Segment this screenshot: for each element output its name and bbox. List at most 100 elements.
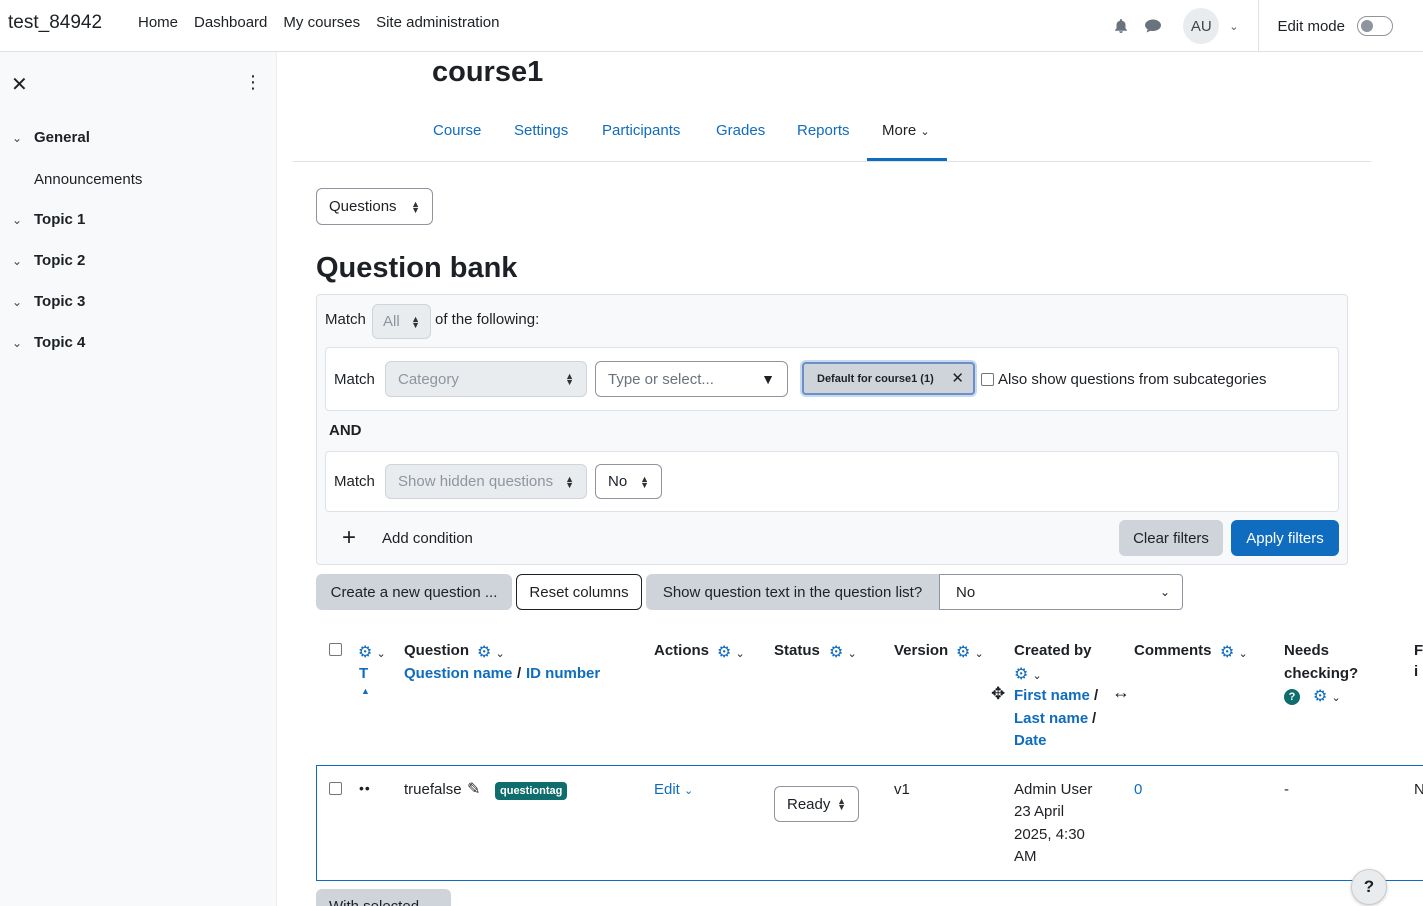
add-condition-plus-icon[interactable]: + (342, 526, 356, 550)
tab-more[interactable]: More ⌄ (882, 122, 930, 139)
hidden-questions-value: No (608, 473, 628, 490)
condition-type-select[interactable]: Show hidden questions ▲ ▼ (385, 464, 587, 499)
tab-course[interactable]: Course (433, 122, 481, 139)
select-all-checkbox[interactable] (329, 643, 342, 656)
sort-by-id-number-link[interactable]: ID number (526, 665, 600, 682)
gear-icon[interactable]: ⚙ (1220, 644, 1234, 661)
tab-settings[interactable]: Settings (514, 122, 568, 139)
dropdown-triangle-icon[interactable]: ▼ (761, 371, 775, 387)
of-the-following-label: of the following: (435, 311, 540, 328)
sort-by-last-name-link[interactable]: Last name (1014, 710, 1088, 727)
chevron-down-icon[interactable]: ⌄ (12, 131, 26, 145)
gear-icon[interactable]: ⚙ (477, 644, 491, 661)
hidden-questions-value-select[interactable]: No ▲ ▼ (595, 464, 662, 499)
show-question-text-select[interactable]: No ⌄ (939, 574, 1183, 610)
question-tag-badge[interactable]: questiontag (495, 782, 568, 800)
active-tab-indicator (867, 158, 947, 161)
chevron-down-icon[interactable]: ⌄ (12, 254, 26, 268)
question-column-menu[interactable]: ⚙ ⌄ (477, 642, 505, 662)
condition-type-value: Category (398, 370, 459, 388)
create-new-question-button[interactable]: Create a new question ... (316, 574, 512, 610)
with-selected-button[interactable]: With selected (316, 889, 451, 906)
nav-site-administration[interactable]: Site administration (376, 14, 499, 31)
reset-columns-button[interactable]: Reset columns (516, 574, 642, 610)
course-secondary-nav: Course Settings Participants Grades Repo… (293, 110, 1371, 162)
gear-icon[interactable]: ⚙ (717, 644, 731, 661)
match-all-select[interactable]: All ▲ ▼ (372, 304, 431, 339)
drawer-section-topic-1[interactable]: ⌄ Topic 1 (12, 211, 85, 228)
chevron-down-icon[interactable]: ⌄ (12, 336, 26, 350)
tab-participants[interactable]: Participants (602, 122, 680, 139)
chevron-down-icon: ⌄ (1032, 670, 1042, 682)
tab-grades[interactable]: Grades (716, 122, 765, 139)
chevron-down-icon[interactable]: ⌄ (12, 295, 26, 309)
actions-column-menu[interactable]: ⚙ ⌄ (717, 642, 745, 662)
site-brand[interactable]: test_84942 (8, 12, 102, 34)
clear-filters-button[interactable]: Clear filters (1119, 520, 1223, 556)
sort-by-first-name-link[interactable]: First name (1014, 687, 1090, 704)
messages-chat-icon[interactable] (1137, 10, 1169, 42)
add-condition-button[interactable]: Add condition (382, 530, 473, 547)
page-help-button[interactable]: ? (1351, 869, 1387, 905)
table-row (316, 765, 1423, 881)
sort-by-question-name-link[interactable]: Question name (404, 665, 512, 682)
status-value: Ready (787, 795, 831, 813)
status-column-menu[interactable]: ⚙ ⌄ (829, 642, 857, 662)
column-header-question: Question (404, 642, 470, 659)
created-by-column-menu[interactable]: ⚙ ⌄ (1014, 664, 1042, 684)
nav-my-courses[interactable]: My courses (283, 14, 360, 31)
gear-icon[interactable]: ⚙ (829, 644, 843, 661)
category-autocomplete-input[interactable]: Type or select... ▼ (595, 361, 788, 397)
notifications-bell-icon[interactable] (1105, 10, 1137, 42)
drawer-section-topic-2[interactable]: ⌄ Topic 2 (12, 252, 85, 269)
version-column-menu[interactable]: ⚙ ⌄ (956, 642, 984, 662)
edit-actions-label: Edit (654, 781, 680, 798)
user-avatar[interactable]: AU (1183, 8, 1220, 44)
chevron-down-icon: ⌄ (495, 648, 505, 660)
gear-icon[interactable]: ⚙ (358, 644, 372, 661)
drawer-section-general[interactable]: ⌄ General (12, 129, 90, 146)
move-column-handle-icon[interactable]: ✥ (991, 684, 1005, 704)
column-header-created-by: Created by (1014, 642, 1092, 659)
drawer-item-announcements[interactable]: Announcements (34, 171, 142, 188)
status-select[interactable]: Ready ▲ ▼ (774, 786, 859, 822)
remove-chip-close-icon[interactable]: ✕ (951, 369, 964, 387)
type-column-menu[interactable]: ⚙ ⌄ (358, 642, 386, 662)
drawer-section-topic-4[interactable]: ⌄ Topic 4 (12, 334, 85, 351)
truncated-header-fragment-2: i (1414, 663, 1419, 680)
selected-category-label: Default for course1 (1) (817, 372, 934, 385)
edit-mode-toggle[interactable] (1357, 16, 1393, 36)
nav-home[interactable]: Home (138, 14, 178, 31)
subcategories-checkbox[interactable] (981, 373, 994, 386)
with-selected-label: With selected (329, 898, 419, 906)
gear-icon[interactable]: ⚙ (956, 644, 970, 661)
course-index-drawer: ✕ ⋮ ⌄ General Announcements ⌄ Topic 1 ⌄ … (0, 52, 277, 906)
tab-reports[interactable]: Reports (797, 122, 850, 139)
drawer-section-topic-3[interactable]: ⌄ Topic 3 (12, 293, 85, 310)
selected-category-chip[interactable]: Default for course1 (1) ✕ (802, 362, 975, 395)
resize-column-handle-icon[interactable]: ↔ (1112, 682, 1130, 703)
chevron-down-icon[interactable]: ⌄ (12, 213, 26, 227)
gear-icon[interactable]: ⚙ (1014, 666, 1028, 683)
row-select-checkbox[interactable] (329, 782, 342, 795)
drawer-options-kebab-icon[interactable]: ⋮ (244, 72, 262, 93)
close-drawer-icon[interactable]: ✕ (11, 72, 28, 97)
slash-separator: / (517, 665, 522, 682)
sort-by-type-link[interactable]: T (359, 665, 368, 682)
chevron-down-icon: ⌄ (847, 648, 857, 660)
edit-mode-switch[interactable]: Edit mode (1277, 16, 1393, 36)
edit-pencil-icon[interactable]: ✎ (467, 779, 480, 799)
apply-filters-button[interactable]: Apply filters (1231, 520, 1339, 556)
gear-icon[interactable]: ⚙ (1313, 688, 1327, 705)
comments-column-menu[interactable]: ⚙ ⌄ (1220, 642, 1248, 662)
question-bank-page-select[interactable]: Questions ▲ ▼ (316, 188, 433, 225)
primary-navigation: Home Dashboard My courses Site administr… (138, 14, 516, 31)
condition-type-select[interactable]: Category ▲ ▼ (385, 361, 587, 397)
comments-count-link[interactable]: 0 (1134, 781, 1142, 798)
user-menu-chevron-down-icon[interactable]: ⌄ (1229, 20, 1238, 33)
help-question-icon[interactable]: ? (1284, 689, 1300, 705)
needs-checking-column-menu[interactable]: ⚙ ⌄ (1313, 686, 1341, 706)
sort-by-date-link[interactable]: Date (1014, 732, 1047, 749)
edit-actions-menu[interactable]: Edit ⌄ (654, 781, 693, 798)
nav-dashboard[interactable]: Dashboard (194, 14, 267, 31)
